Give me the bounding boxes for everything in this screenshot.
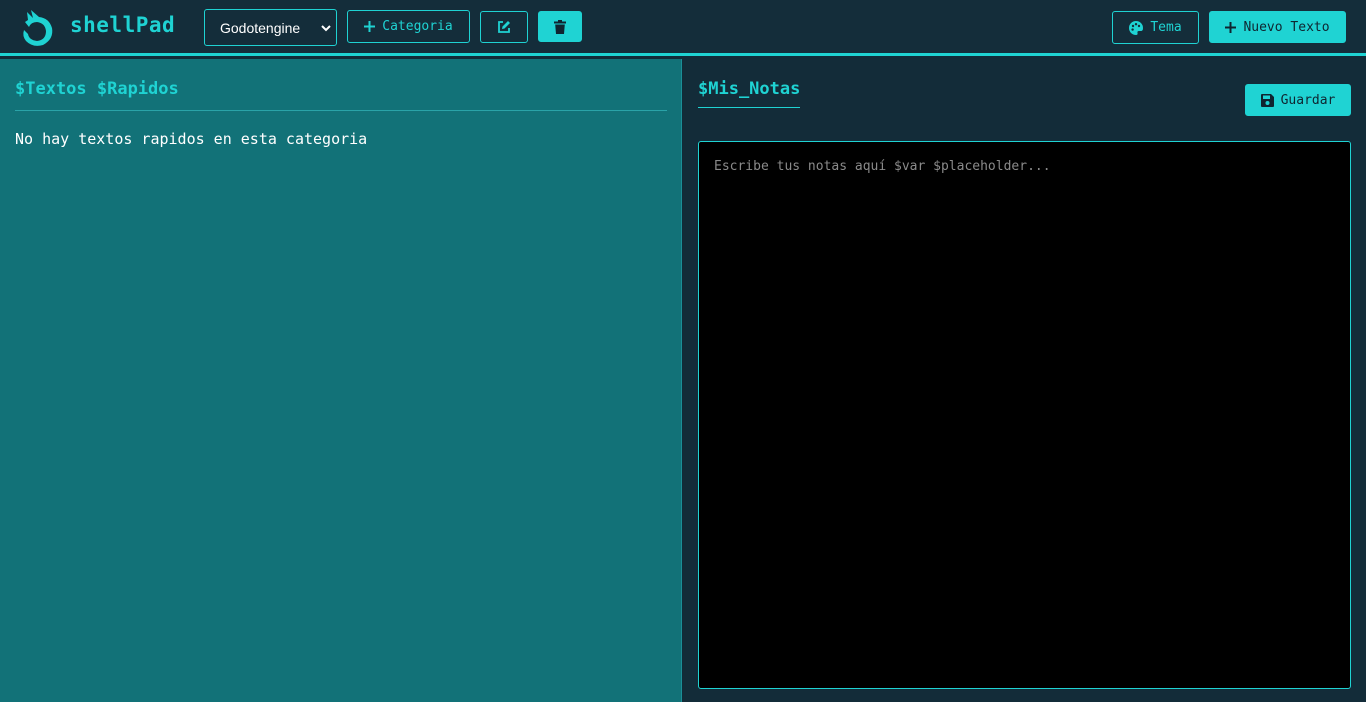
save-label: Guardar: [1280, 92, 1336, 108]
dragon-logo-icon: [23, 10, 53, 46]
app-title: shellPad: [70, 13, 176, 37]
chevron-down-icon: [321, 25, 331, 32]
pencil-square-icon: [498, 21, 510, 33]
quick-texts-title: $Textos $Rapidos: [15, 79, 179, 99]
empty-state-message: No hay textos rapidos en esta categoria: [15, 130, 368, 148]
add-category-button[interactable]: Categoria: [347, 10, 470, 43]
category-select[interactable]: Godotengine: [204, 9, 337, 46]
new-text-label: Nuevo Texto: [1243, 19, 1330, 35]
save-button[interactable]: Guardar: [1245, 84, 1351, 116]
plus-icon: [364, 21, 376, 32]
notes-title: $Mis_Notas: [698, 79, 801, 108]
plus-icon: [1225, 21, 1237, 33]
new-text-button[interactable]: Nuevo Texto: [1209, 11, 1346, 43]
floppy-disk-icon: [1260, 93, 1274, 107]
add-category-label: Categoria: [382, 19, 453, 34]
notes-textarea[interactable]: [698, 141, 1351, 689]
category-select-value: Godotengine: [220, 19, 301, 36]
quick-texts-panel: $Textos $Rapidos No hay textos rapidos e…: [0, 59, 682, 702]
palette-icon: [1129, 20, 1144, 35]
delete-category-button[interactable]: [538, 11, 582, 42]
notes-panel: $Mis_Notas Guardar: [683, 59, 1366, 702]
top-bar: shellPad Godotengine Categoria Tema Nuev…: [0, 0, 1366, 56]
divider: [15, 110, 667, 111]
edit-category-button[interactable]: [480, 11, 528, 43]
theme-label: Tema: [1150, 20, 1182, 35]
trash-icon: [554, 19, 566, 34]
theme-button[interactable]: Tema: [1112, 11, 1199, 44]
